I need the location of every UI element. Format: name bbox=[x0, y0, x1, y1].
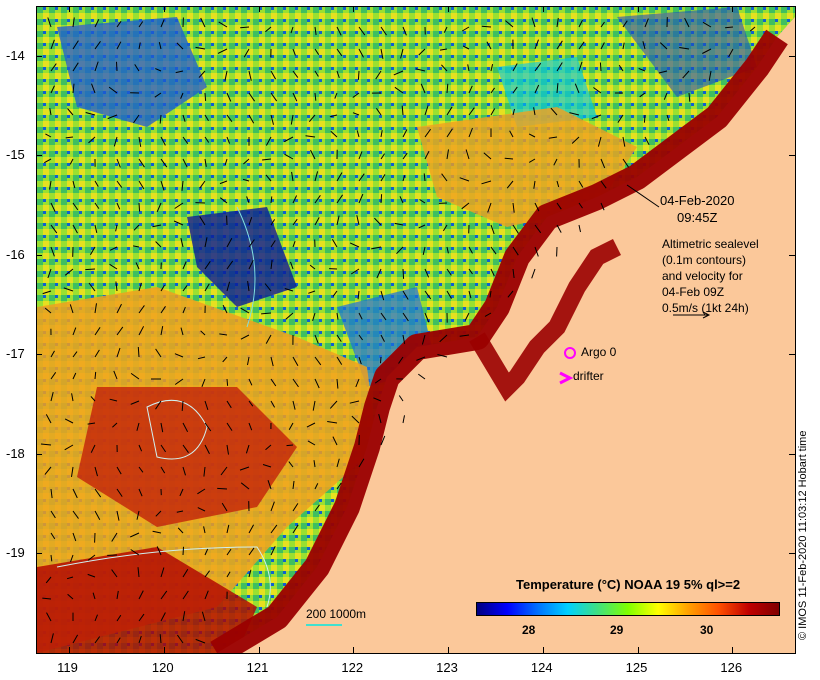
date-text: 04-Feb-2020 bbox=[660, 193, 735, 208]
lat-tick-mark bbox=[36, 354, 42, 356]
lon-tick-mark bbox=[69, 6, 71, 12]
lon-tick-mark bbox=[637, 647, 639, 653]
velocity-arrow bbox=[138, 202, 141, 212]
temperature-colorbar bbox=[476, 602, 780, 616]
lon-tick-mark bbox=[353, 647, 355, 653]
lon-tick-mark bbox=[258, 647, 260, 653]
lat-tick-mark bbox=[36, 55, 42, 57]
lon-tick-mark bbox=[448, 647, 450, 653]
altimetry-line: 0.5m/s (1kt 24h) bbox=[662, 301, 749, 315]
velocity-arrow bbox=[380, 356, 382, 364]
scale-label: 200 1000m bbox=[306, 607, 367, 621]
velocity-arrow bbox=[240, 26, 250, 29]
lat-tick-mark bbox=[789, 354, 795, 356]
velocity-arrow bbox=[357, 70, 360, 80]
velocity-arrow bbox=[402, 268, 405, 279]
colorbar-tick: 29 bbox=[610, 623, 624, 637]
altimetry-line: 04-Feb 09Z bbox=[662, 285, 725, 299]
lon-tick-mark bbox=[732, 647, 734, 653]
lon-tick-mark bbox=[163, 647, 165, 653]
timestamp-label: 04-Feb-2020 09:45Z bbox=[660, 192, 734, 226]
lon-tick-label: 120 bbox=[151, 660, 174, 675]
lon-tick-mark bbox=[637, 6, 639, 12]
velocity-arrow bbox=[643, 114, 646, 123]
velocity-arrow bbox=[137, 346, 140, 358]
lat-tick-mark bbox=[789, 155, 795, 157]
lat-tick-label: -19 bbox=[6, 545, 25, 561]
lat-tick-mark bbox=[36, 553, 42, 555]
argo-label: Argo 0 bbox=[581, 345, 617, 359]
velocity-arrow bbox=[286, 444, 294, 447]
lon-tick-mark bbox=[542, 6, 544, 12]
lon-tick-mark bbox=[258, 6, 260, 12]
lat-tick-label: -14 bbox=[6, 47, 25, 63]
velocity-arrow bbox=[182, 546, 184, 556]
lon-tick-mark bbox=[353, 6, 355, 12]
altimetry-line: Altimetric sealevel bbox=[662, 237, 759, 251]
velocity-arrow bbox=[85, 268, 96, 271]
velocity-arrow bbox=[599, 62, 602, 72]
lon-tick-mark bbox=[732, 6, 734, 12]
lat-tick-mark bbox=[36, 453, 42, 455]
lon-tick-label: 119 bbox=[57, 660, 78, 675]
colorbar-tick: 28 bbox=[522, 623, 536, 637]
legend-title: Temperature (°C) NOAA 19 5% ql>=2 bbox=[516, 577, 741, 592]
colorbar-tick: 30 bbox=[700, 623, 714, 637]
lon-tick-mark bbox=[542, 647, 544, 653]
lat-tick-label: -16 bbox=[6, 246, 25, 262]
altimetry-line: (0.1m contours) bbox=[662, 253, 747, 267]
lat-tick-mark bbox=[789, 55, 795, 57]
sst-map bbox=[36, 6, 796, 654]
lat-tick-mark bbox=[36, 155, 42, 157]
velocity-arrow bbox=[116, 61, 118, 72]
lon-tick-mark bbox=[69, 647, 71, 653]
lat-tick-mark bbox=[789, 453, 795, 455]
velocity-arrow bbox=[226, 378, 229, 386]
lat-tick-label: -17 bbox=[6, 346, 25, 362]
time-text: 09:45Z bbox=[676, 210, 718, 225]
velocity-arrow bbox=[204, 92, 207, 101]
lat-tick-mark bbox=[789, 553, 795, 555]
scale-bar bbox=[306, 624, 342, 626]
lon-tick-label: 122 bbox=[341, 660, 364, 675]
velocity-arrow bbox=[380, 194, 383, 204]
copyright-text: © IMOS 11-Feb-2020 11:03:12 Hobart time bbox=[797, 430, 809, 640]
lon-tick-label: 123 bbox=[436, 660, 458, 675]
lat-tick-label: -15 bbox=[6, 147, 25, 163]
drifter-label: drifter bbox=[573, 369, 604, 383]
altimetry-note: Altimetric sealevel (0.1m contours) and … bbox=[662, 236, 759, 316]
sst-field bbox=[37, 7, 795, 653]
lon-tick-mark bbox=[448, 6, 450, 12]
lon-tick-label: 125 bbox=[625, 660, 648, 675]
lon-tick-mark bbox=[163, 6, 165, 12]
lat-tick-mark bbox=[36, 254, 42, 256]
velocity-arrow bbox=[217, 487, 228, 490]
altimetry-line: and velocity for bbox=[662, 269, 743, 283]
lon-tick-label: 121 bbox=[246, 660, 269, 675]
lat-tick-mark bbox=[789, 254, 795, 256]
lon-tick-label: 126 bbox=[720, 660, 743, 675]
lat-tick-label: -18 bbox=[6, 445, 25, 461]
lon-tick-label: 124 bbox=[530, 660, 553, 675]
velocity-arrow bbox=[94, 371, 97, 380]
